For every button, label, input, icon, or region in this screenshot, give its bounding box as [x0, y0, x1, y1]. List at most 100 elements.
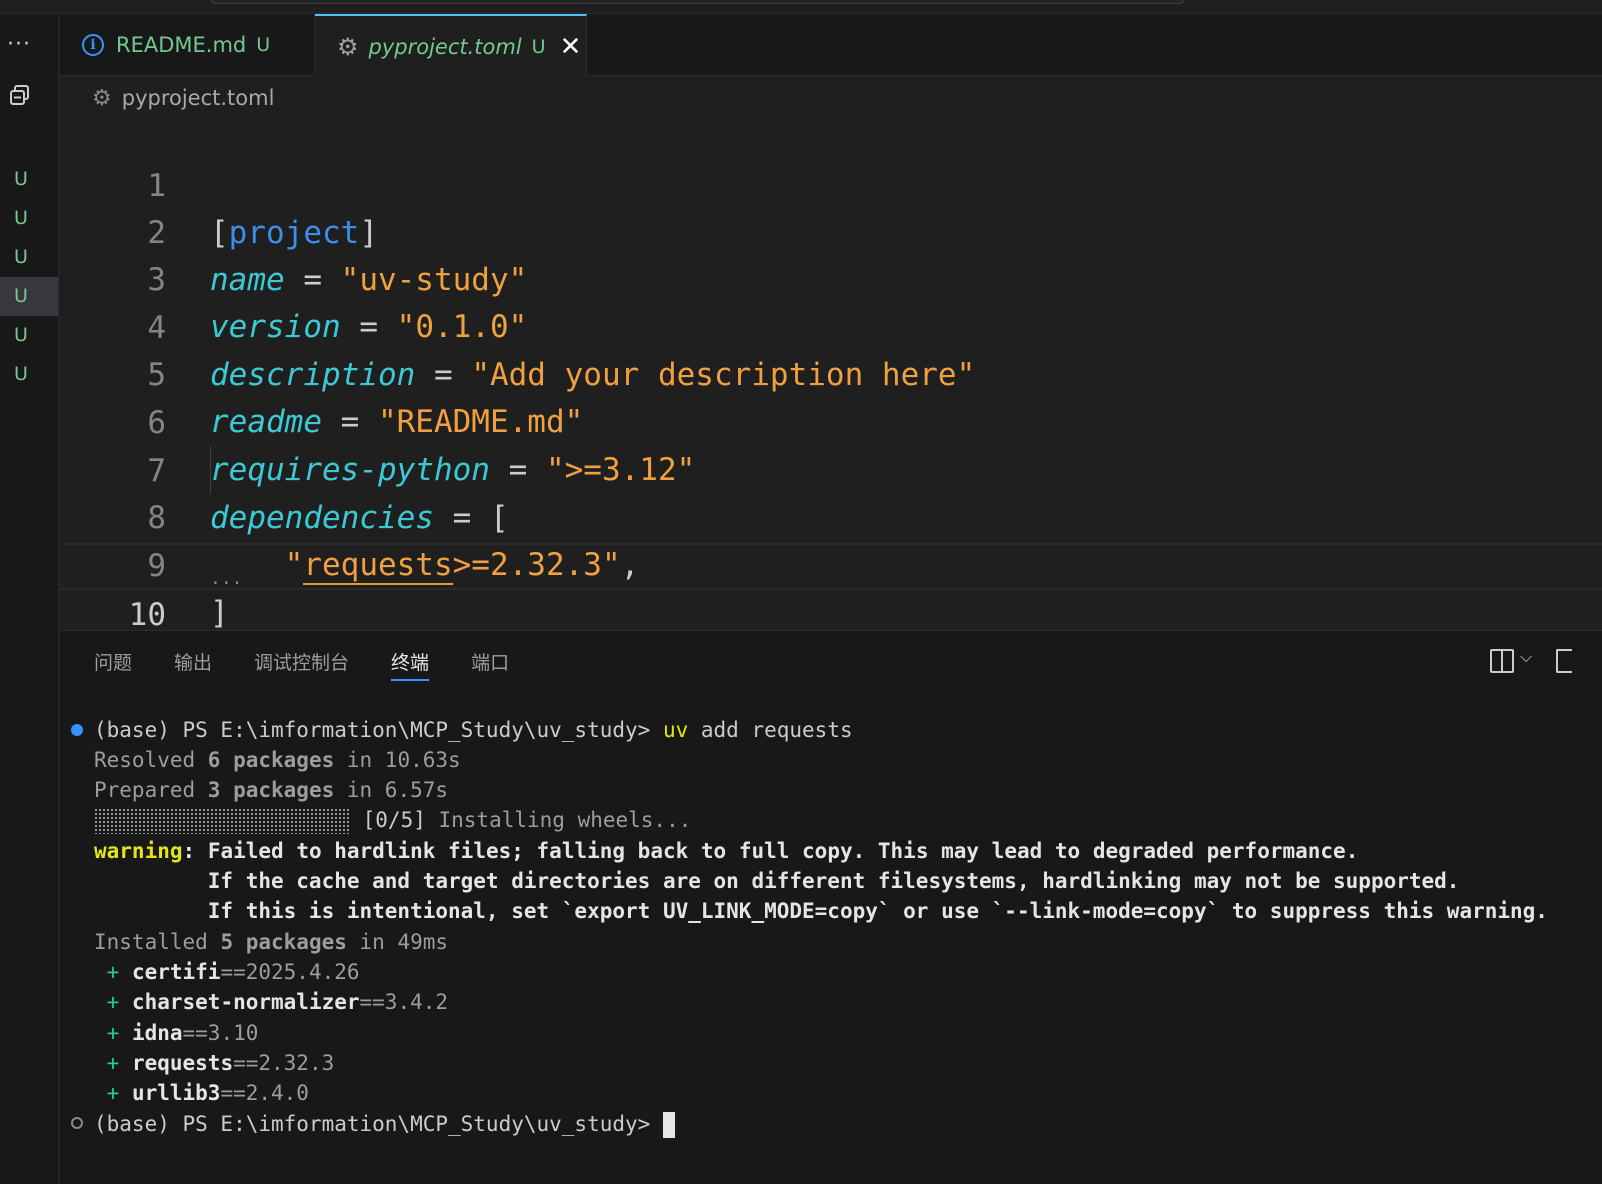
- code-line: 1 [project]: [60, 116, 1602, 251]
- code-ellipsis: ...: [210, 568, 243, 589]
- terminal-line: Installed 5 packages in 49ms: [94, 927, 448, 957]
- bottom-panel: 问题 输出 调试控制台 终端 端口 ⌵ (base) PS E:\imforma…: [60, 630, 1602, 1184]
- package-version: ==2.4.0: [220, 1081, 309, 1105]
- scm-status-badge[interactable]: U: [0, 316, 58, 355]
- command-status-icon[interactable]: [71, 1117, 83, 1129]
- terminal-package-line: + certifi==2025.4.26: [94, 957, 360, 987]
- scm-status-badge[interactable]: U: [0, 160, 58, 199]
- tab-label: README.md: [116, 33, 247, 57]
- package-name: requests: [131, 1051, 234, 1075]
- chevron-down-icon[interactable]: ⌵: [1520, 647, 1532, 667]
- tab-terminal[interactable]: 终端: [391, 649, 430, 681]
- tab-ports[interactable]: 端口: [471, 649, 509, 681]
- terminal-package-line: + idna==3.10: [94, 1018, 259, 1048]
- terminal-command: uv: [662, 718, 689, 742]
- breadcrumb-file[interactable]: pyproject.toml: [122, 86, 275, 110]
- breadcrumb[interactable]: ⚙ pyproject.toml: [92, 84, 274, 112]
- terminal-line: warning: Failed to hardlink files; falli…: [94, 836, 1358, 866]
- terminal-text: Installed: [94, 930, 221, 954]
- code-editor[interactable]: 1 [project] 2 name = "uv-study" 3 versio…: [60, 116, 1602, 633]
- package-name: certifi: [131, 960, 221, 984]
- scm-status-badge[interactable]: U: [0, 277, 58, 316]
- package-name: charset-normalizer: [131, 990, 360, 1014]
- tab-status-badge: U: [256, 34, 271, 56]
- editor-tab-bar: i README.md U ⚙ pyproject.toml U ✕: [60, 14, 1602, 77]
- left-sidebar-strip: ··· U U U U U U: [0, 14, 59, 1184]
- code-line: 9 ]: [60, 496, 1602, 631]
- tab-debug-console[interactable]: 调试控制台: [254, 649, 349, 681]
- terminal-text: Resolved: [94, 748, 208, 772]
- terminal-text: in 6.57s: [334, 778, 449, 802]
- terminal-text: Prepared: [94, 778, 208, 802]
- terminal-line: [0/5] Installing wheels...: [94, 805, 691, 835]
- scm-status-badge[interactable]: U: [0, 238, 58, 277]
- close-icon[interactable]: ✕: [560, 34, 582, 60]
- terminal-text: :: [182, 839, 196, 863]
- scm-status-badge[interactable]: U: [0, 199, 58, 238]
- code-line: 5 readme = "README.md": [60, 305, 1602, 440]
- terminal-line: (base) PS E:\imformation\MCP_Study\uv_st…: [94, 715, 853, 745]
- package-name: urllib3: [131, 1081, 221, 1105]
- terminal-text: 6 packages: [207, 748, 335, 772]
- package-version: ==3.4.2: [359, 990, 449, 1014]
- terminal-cursor: [662, 1112, 675, 1138]
- terminal-package-line: + urllib3==2.4.0: [94, 1078, 309, 1108]
- title-bar: [0, 0, 1602, 14]
- tab-problems[interactable]: 问题: [94, 649, 132, 681]
- terminal-prompt: (base) PS E:\imformation\MCP_Study\uv_st…: [94, 1112, 651, 1136]
- terminal-command-args: add requests: [688, 718, 853, 742]
- package-version: ==2.32.3: [233, 1051, 335, 1075]
- terminal-text: +: [94, 1081, 132, 1105]
- terminal-text: +: [94, 1021, 132, 1045]
- panel-tabs: 问题 输出 调试控制台 终端 端口: [94, 649, 551, 681]
- package-name: idna: [131, 1021, 183, 1045]
- terminal-prompt: (base) PS E:\imformation\MCP_Study\uv_st…: [94, 718, 651, 742]
- collapse-folders-icon[interactable]: [9, 84, 31, 106]
- terminal-package-line: + charset-normalizer==3.4.2: [94, 987, 448, 1017]
- code-line-current: 10: [60, 543, 1602, 633]
- terminal-text: +: [94, 1051, 132, 1075]
- terminal-text: +: [94, 960, 132, 984]
- terminal-text: in 10.63s: [334, 748, 461, 772]
- tab-status-badge: U: [531, 35, 546, 58]
- info-icon: i: [82, 34, 104, 56]
- terminal-text: If this is intentional, set `export UV_L…: [94, 899, 1548, 923]
- terminal-text: in 49ms: [346, 930, 449, 954]
- terminal-text: [0/5]: [350, 808, 426, 832]
- terminal-line: If this is intentional, set `export UV_L…: [94, 896, 1548, 926]
- terminal-text: If the cache and target directories are …: [94, 869, 1460, 893]
- maximize-panel-icon[interactable]: [1556, 649, 1572, 673]
- terminal-line: (base) PS E:\imformation\MCP_Study\uv_st…: [94, 1109, 675, 1139]
- code-line: 2 name = "uv-study": [60, 163, 1602, 298]
- tab-output[interactable]: 输出: [174, 649, 212, 681]
- terminal-text: Failed to hardlink files; falling back t…: [195, 839, 1359, 863]
- code-line: 3 version = "0.1.0": [60, 210, 1602, 345]
- terminal-text: Installing wheels...: [425, 808, 692, 832]
- gear-icon: ⚙: [337, 32, 359, 61]
- code-line: 4 description = "Add your description he…: [60, 258, 1602, 393]
- scm-status-badge[interactable]: U: [0, 355, 58, 394]
- terminal-text: 3 packages: [207, 778, 335, 802]
- command-center[interactable]: [210, 0, 1185, 4]
- warning-label: warning: [94, 839, 183, 863]
- terminal-line: Prepared 3 packages in 6.57s: [94, 775, 448, 805]
- code-line: 8 "requests>=2.32.3",: [60, 448, 1602, 585]
- terminal-line: If the cache and target directories are …: [94, 866, 1460, 896]
- scm-status-list: U U U U U U: [0, 160, 58, 394]
- package-version: ==2025.4.26: [220, 960, 360, 984]
- indent-guide: [210, 446, 211, 494]
- code-line: 7 dependencies = [: [60, 401, 1602, 536]
- split-terminal-icon[interactable]: [1490, 649, 1514, 673]
- command-status-icon[interactable]: [71, 724, 83, 736]
- more-actions-icon[interactable]: ···: [7, 34, 37, 56]
- code-token: ]: [210, 595, 229, 631]
- code-line: 6 requires-python = ">=3.12": [60, 353, 1602, 488]
- progress-bar: [94, 808, 350, 834]
- package-version: ==3.10: [182, 1021, 259, 1045]
- tab-pyproject[interactable]: ⚙ pyproject.toml U ✕: [315, 14, 587, 77]
- terminal-text: +: [94, 990, 132, 1014]
- tab-readme[interactable]: i README.md U: [60, 14, 315, 76]
- terminal-line: Resolved 6 packages in 10.63s: [94, 745, 461, 775]
- terminal-text: 5 packages: [220, 930, 347, 954]
- gear-icon: ⚙: [92, 85, 112, 111]
